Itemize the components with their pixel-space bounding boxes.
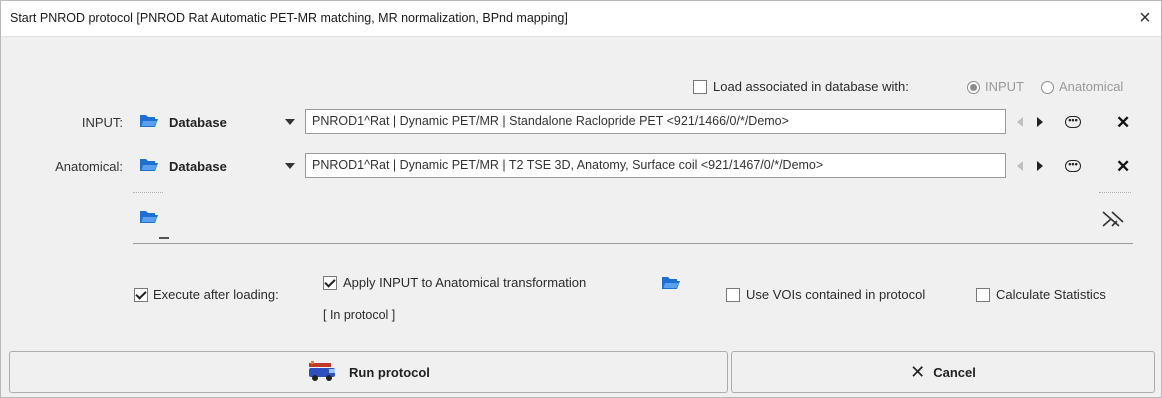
right-dotted-divider xyxy=(1099,192,1131,193)
title-bar: Start PNROD protocol [PNROD Rat Automati… xyxy=(1,1,1161,37)
anatomical-source-label: Anatomical: xyxy=(55,159,123,174)
input-clear-icon[interactable]: ✕ xyxy=(1116,114,1130,131)
folder-icon xyxy=(140,159,158,171)
underline-mark xyxy=(159,237,169,239)
input-prev-icon[interactable] xyxy=(1017,117,1023,127)
folder-icon[interactable] xyxy=(139,209,159,225)
input-path-field[interactable]: PNROD1^Rat | Dynamic PET/MR | Standalone… xyxy=(305,109,1006,134)
close-window-button[interactable]: × xyxy=(1133,7,1157,31)
cancel-button[interactable]: ✕ Cancel xyxy=(731,351,1155,393)
run-truck-icon xyxy=(309,361,336,381)
anatomical-path-field[interactable]: PNROD1^Rat | Dynamic PET/MR | T2 TSE 3D,… xyxy=(305,153,1006,178)
apply-transform-checkbox[interactable] xyxy=(323,276,337,290)
options-separator xyxy=(133,243,1133,244)
input-source-type[interactable]: Database xyxy=(169,115,227,130)
execute-after-loading-checkbox[interactable] xyxy=(134,288,148,302)
window-title: Start PNROD protocol [PNROD Rat Automati… xyxy=(10,11,568,25)
anatomical-more-icon[interactable]: ••• xyxy=(1065,160,1081,172)
radio-anatomical[interactable] xyxy=(1041,81,1054,94)
radio-input[interactable] xyxy=(967,81,980,94)
collapse-icon[interactable] xyxy=(1099,209,1125,229)
use-vois-label: Use VOIs contained in protocol xyxy=(746,287,926,302)
input-source-label: INPUT: xyxy=(81,115,123,130)
input-more-icon[interactable]: ••• xyxy=(1065,116,1081,128)
execute-after-loading-label: Execute after loading: xyxy=(153,287,279,302)
calculate-statistics-label: Calculate Statistics xyxy=(996,287,1106,302)
input-source-dropdown-icon[interactable] xyxy=(285,119,295,125)
left-dotted-divider xyxy=(133,192,163,193)
radio-anatomical-label: Anatomical xyxy=(1059,79,1124,94)
anatomical-source-type[interactable]: Database xyxy=(169,159,227,174)
folder-icon[interactable] xyxy=(661,275,681,291)
run-protocol-label: Run protocol xyxy=(349,364,430,380)
apply-transform-label: Apply INPUT to Anatomical transformation xyxy=(343,275,587,290)
load-associated-label: Load associated in database with: xyxy=(713,79,909,94)
input-next-icon[interactable] xyxy=(1037,117,1043,127)
load-associated-checkbox[interactable] xyxy=(693,80,707,94)
protocol-dialog: Start PNROD protocol [PNROD Rat Automati… xyxy=(0,0,1162,398)
anatomical-clear-icon[interactable]: ✕ xyxy=(1116,158,1130,175)
in-protocol-label: [ In protocol ] xyxy=(323,308,396,322)
folder-icon xyxy=(140,115,158,127)
cancel-label: Cancel xyxy=(933,364,976,380)
anatomical-next-icon[interactable] xyxy=(1037,161,1043,171)
anatomical-prev-icon[interactable] xyxy=(1017,161,1023,171)
cancel-icon: ✕ xyxy=(910,361,926,382)
anatomical-source-dropdown-icon[interactable] xyxy=(285,163,295,169)
radio-input-label: INPUT xyxy=(985,79,1024,94)
run-protocol-button[interactable]: Run protocol xyxy=(9,351,728,393)
calculate-statistics-checkbox[interactable] xyxy=(976,288,990,302)
use-vois-checkbox[interactable] xyxy=(726,288,740,302)
